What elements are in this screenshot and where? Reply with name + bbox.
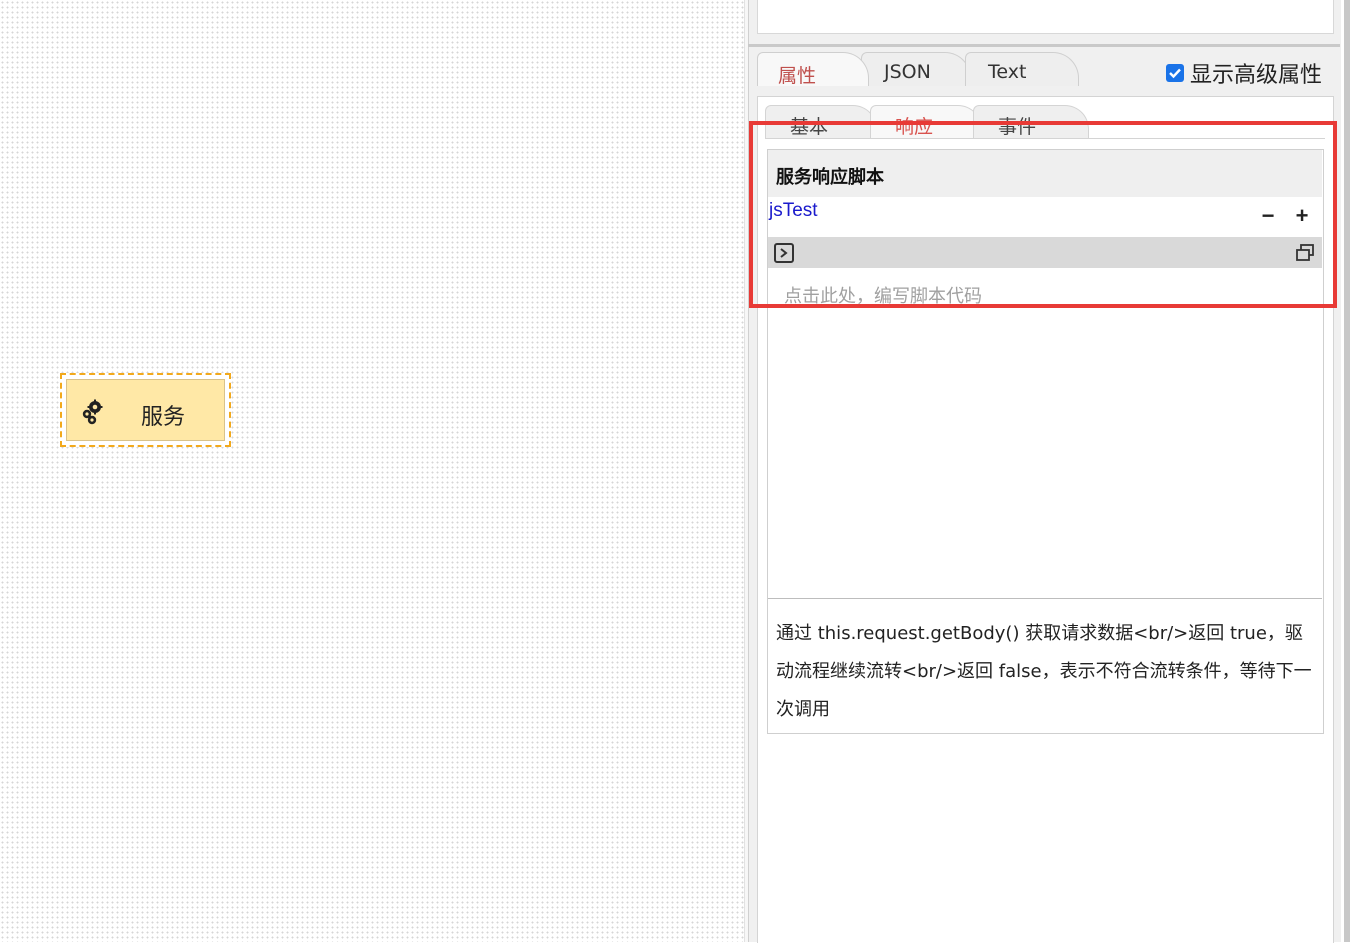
show-advanced-toggle[interactable]: 显示高级属性 — [1166, 57, 1322, 89]
panel-splitter[interactable] — [748, 44, 1340, 47]
subtab-response-label: 响应 — [895, 116, 934, 138]
subtab-events[interactable]: 事件 — [973, 105, 1089, 138]
subtab-basic-label: 基本 — [790, 116, 829, 138]
service-node-label: 服务 — [141, 405, 186, 430]
checkmark-icon — [1169, 68, 1181, 79]
service-node[interactable]: 服务 — [60, 373, 231, 447]
subtab-basic[interactable]: 基本 — [765, 105, 877, 138]
flow-canvas[interactable] — [0, 0, 744, 942]
tab-properties[interactable]: 属性 — [757, 52, 869, 87]
subtab-response[interactable]: 响应 — [870, 105, 982, 138]
gears-icon — [82, 399, 103, 425]
top-editor-area — [757, 0, 1334, 34]
tab-properties-label: 属性 — [778, 65, 817, 87]
description-divider — [768, 598, 1322, 599]
subtab-events-label: 事件 — [998, 116, 1037, 138]
script-name-link[interactable]: jsTest — [769, 200, 818, 222]
script-section-title: 服务响应脚本 — [776, 167, 884, 188]
tab-json-label: JSON — [884, 61, 931, 83]
show-advanced-checkbox[interactable] — [1166, 64, 1184, 82]
service-node-body[interactable]: 服务 — [66, 379, 225, 441]
subtab-divider — [765, 138, 1325, 139]
script-editor-placeholder[interactable]: 点击此处，编写脚本代码 — [784, 282, 982, 308]
tab-json[interactable]: JSON — [861, 52, 971, 86]
script-editor-toolbar — [768, 237, 1322, 268]
restore-window-icon[interactable] — [1296, 244, 1314, 262]
remove-script-button[interactable]: − — [1258, 205, 1278, 227]
tab-text-label: Text — [988, 61, 1027, 83]
script-description: 通过 this.request.getBody() 获取请求数据<br/>返回 … — [776, 623, 1312, 720]
show-advanced-label: 显示高级属性 — [1190, 63, 1323, 88]
terminal-icon[interactable] — [774, 243, 795, 263]
scrollbar-thumb[interactable] — [1344, 0, 1350, 942]
tab-text[interactable]: Text — [965, 52, 1079, 86]
add-script-button[interactable]: + — [1292, 205, 1312, 227]
